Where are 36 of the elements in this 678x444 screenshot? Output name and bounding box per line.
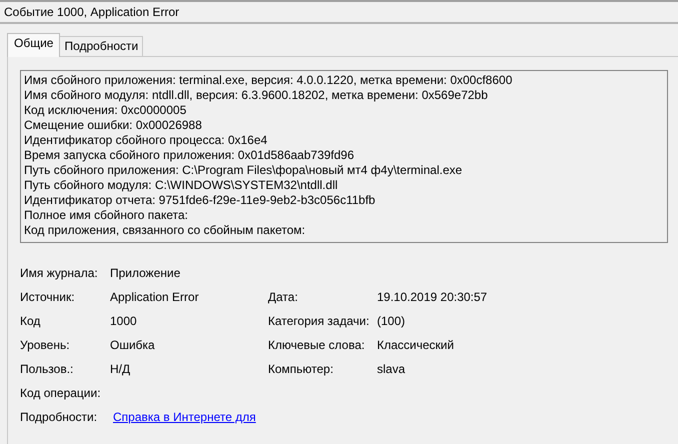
description-line: Имя сбойного модуля: ntdll.dll, версия: 6.3.9600.18202, метка времени: 0x569e72bb [24,88,489,103]
description-line: Идентификатор отчета: 9751fde6-f29e-11e9-9eb2-b3c056c11bfb [24,193,376,208]
tab[interactable]: Общие [7,33,60,57]
field-value: Application Error [110,290,199,304]
description-line: Путь сбойного приложения: C:\Program Files\фора\новый мт4 ф4у\terminal.exe [24,163,464,178]
window-title: Событие 1000, Application Error [4,5,180,19]
field-value: (100) [377,314,406,328]
tab[interactable]: Подробности [59,36,144,56]
description-line: Код исключения: 0xc0000005 [24,103,188,118]
field-label: Код [20,314,42,329]
field-label: Подробности: [20,410,98,425]
field-label: Ключевые слова: [268,338,365,352]
description-box[interactable] [20,70,668,243]
description-line: Код приложения, связанного со сбойным пакетом: [24,223,306,238]
field-label: Категория задачи: [268,314,370,328]
field-value: slava [377,362,406,376]
field-label: Источник: [20,290,76,305]
field-value: Н/Д [110,362,130,376]
field-value: 19.10.2019 20:30:57 [377,290,488,304]
field-value: Приложение [110,266,180,280]
help-link[interactable]: Справка в Интернете для [113,410,256,424]
field-value: 1000 [110,314,137,328]
field-label: Дата: [268,290,298,304]
description-line: Имя сбойного приложения: terminal.exe, версия: 4.0.0.1220, метка времени: 0x00cf8600 [24,73,514,88]
field-value: Ошибка [110,338,155,352]
field-label: Пользов.: [20,362,74,377]
description-line: Смещение ошибки: 0x00026988 [24,118,203,133]
field-label: Уровень: [20,338,71,353]
description-line: Полное имя сбойного пакета: [24,208,190,223]
field-value: Классический [377,338,454,352]
field-label: Имя журнала: [20,266,99,281]
description-line: Путь сбойного модуля: C:\WINDOWS\SYSTEM32\ntdll.dll [24,178,339,193]
field-label: Код операции: [20,386,102,401]
field-label: Компьютер: [268,362,334,376]
description-line: Идентификатор сбойного процесса: 0x16e4 [24,133,268,148]
description-line: Время запуска сбойного приложения: 0x01d586aab739fd96 [24,148,356,163]
